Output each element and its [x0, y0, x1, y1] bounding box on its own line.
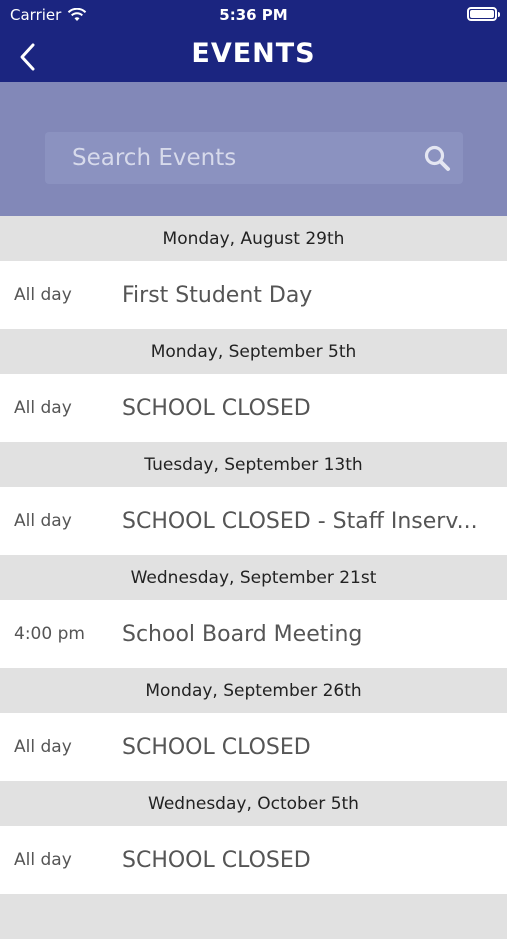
- day-header-partial: [0, 894, 507, 939]
- event-time: All day: [14, 511, 72, 531]
- search-icon[interactable]: [423, 144, 451, 172]
- event-title: SCHOOL CLOSED: [122, 395, 311, 421]
- page-title: EVENTS: [191, 38, 316, 69]
- event-title: SCHOOL CLOSED: [122, 734, 311, 760]
- event-row[interactable]: All day SCHOOL CLOSED - Staff Inserv...: [0, 487, 507, 555]
- event-time: All day: [14, 850, 72, 870]
- event-row[interactable]: All day SCHOOL CLOSED: [0, 826, 507, 894]
- event-row[interactable]: 4:00 pm School Board Meeting: [0, 600, 507, 668]
- event-row[interactable]: All day First Student Day: [0, 261, 507, 329]
- event-row[interactable]: All day SCHOOL CLOSED: [0, 374, 507, 442]
- event-time: All day: [14, 398, 72, 418]
- status-bar: Carrier 5:36 PM: [0, 0, 507, 30]
- day-header: Wednesday, October 5th: [0, 781, 507, 826]
- search-band: [0, 82, 507, 216]
- top-bar: Carrier 5:36 PM EVENTS: [0, 0, 507, 82]
- events-list: Monday, August 29th All day First Studen…: [0, 216, 507, 939]
- event-row[interactable]: All day SCHOOL CLOSED: [0, 713, 507, 781]
- battery-icon: [467, 7, 500, 21]
- event-time: 4:00 pm: [14, 624, 85, 644]
- navigation-bar: EVENTS: [0, 32, 507, 80]
- event-title: SCHOOL CLOSED: [122, 847, 311, 873]
- day-header: Monday, September 5th: [0, 329, 507, 374]
- event-title: SCHOOL CLOSED - Staff Inserv...: [122, 508, 478, 534]
- event-title: School Board Meeting: [122, 621, 363, 647]
- day-header: Monday, August 29th: [0, 216, 507, 261]
- status-time: 5:36 PM: [219, 6, 288, 24]
- day-header: Wednesday, September 21st: [0, 555, 507, 600]
- event-title: First Student Day: [122, 282, 313, 308]
- event-time: All day: [14, 737, 72, 757]
- event-time: All day: [14, 285, 72, 305]
- search-box[interactable]: [45, 132, 463, 184]
- search-input[interactable]: [45, 132, 405, 184]
- day-header: Tuesday, September 13th: [0, 442, 507, 487]
- day-header: Monday, September 26th: [0, 668, 507, 713]
